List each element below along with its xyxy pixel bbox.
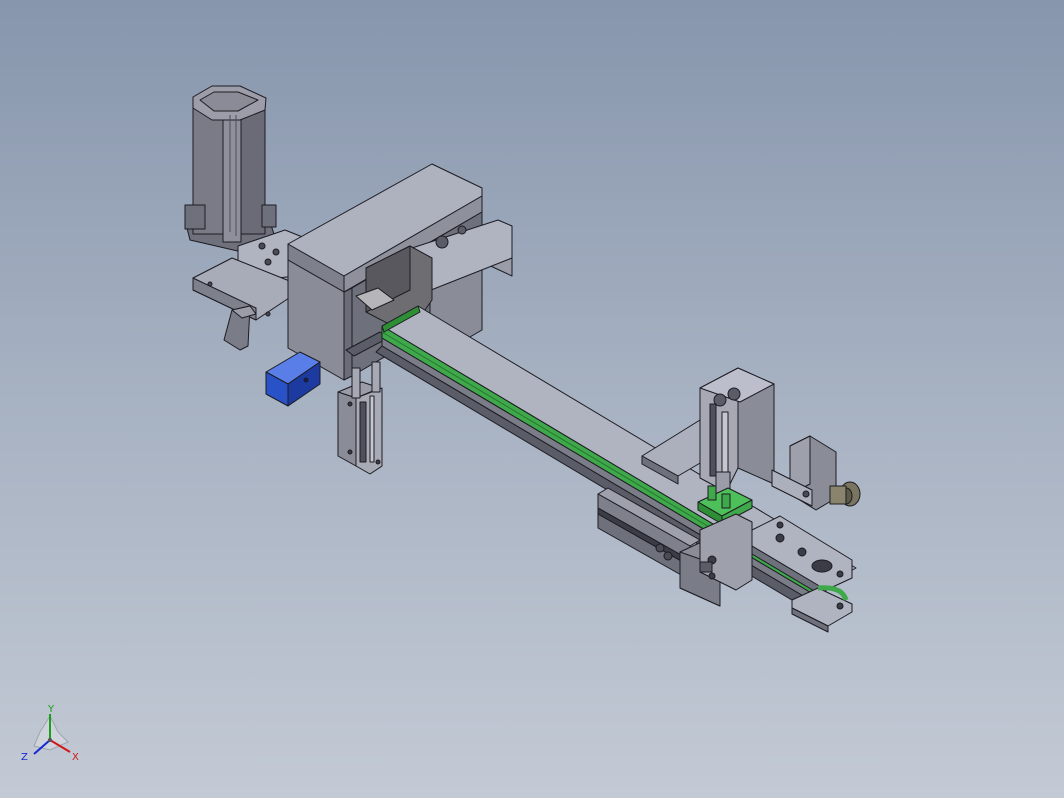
x-axis-label: X: [72, 752, 79, 763]
side-bracket[interactable]: [771, 435, 837, 511]
assembly-model[interactable]: [0, 0, 1064, 798]
tension-knob[interactable]: [829, 481, 861, 507]
z-axis-label: Z: [21, 752, 28, 763]
y-axis-label: Y: [47, 704, 55, 715]
axis-triad[interactable]: Y X Z: [18, 702, 88, 772]
triad-origin: [48, 738, 52, 742]
blue-sensor[interactable]: [265, 351, 321, 407]
servo-motor[interactable]: [184, 85, 277, 253]
cad-viewport[interactable]: Y X Z: [0, 0, 1064, 798]
